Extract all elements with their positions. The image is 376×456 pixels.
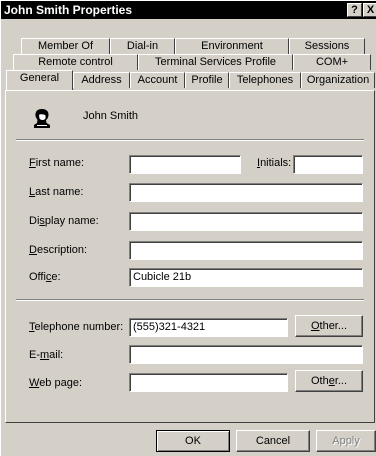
description-field[interactable] <box>129 241 363 260</box>
tab-dial-in[interactable]: Dial-in <box>110 38 175 54</box>
tab-environment[interactable]: Environment <box>175 38 289 54</box>
other-web-page-button[interactable]: Other... <box>295 370 363 392</box>
display-name-label: Display name: <box>29 215 99 227</box>
tab-remote-control[interactable]: Remote control <box>13 54 138 70</box>
tab-terminal-services-profile[interactable]: Terminal Services Profile <box>138 54 293 70</box>
window-title: John Smith Properties <box>4 3 133 17</box>
user-icon <box>34 109 50 128</box>
last-name-label: Last name: <box>29 186 84 198</box>
first-name-label: First name: <box>29 157 85 169</box>
tab-sessions[interactable]: Sessions <box>289 38 365 54</box>
initials-field[interactable] <box>293 155 363 174</box>
office-label: Office: <box>29 271 61 283</box>
tab-profile[interactable]: Profile <box>185 72 229 88</box>
tab-com-plus[interactable]: COM+ <box>293 54 371 70</box>
tab-address[interactable]: Address <box>73 72 130 88</box>
user-display-name: John Smith <box>83 110 139 122</box>
cancel-button[interactable]: Cancel <box>236 430 310 452</box>
other-telephone-button[interactable]: Other... <box>295 315 363 337</box>
web-page-field[interactable] <box>129 373 288 392</box>
tab-organization[interactable]: Organization <box>301 72 375 88</box>
email-field[interactable] <box>129 345 363 364</box>
office-field[interactable]: Cubicle 21b <box>129 268 363 287</box>
tab-member-of[interactable]: Member Of <box>21 38 110 54</box>
description-label: Description: <box>29 244 88 256</box>
display-name-field[interactable] <box>129 212 363 231</box>
first-name-field[interactable] <box>129 155 241 174</box>
tab-telephones[interactable]: Telephones <box>229 72 301 88</box>
apply-button[interactable]: Apply <box>316 430 376 452</box>
email-label: E-mail: <box>29 349 64 361</box>
initials-label: Initials: <box>257 157 292 169</box>
close-button[interactable]: X <box>363 3 376 17</box>
help-button[interactable]: ? <box>347 3 362 17</box>
tab-general[interactable]: General <box>6 70 73 90</box>
separator-top <box>16 139 364 141</box>
tab-account[interactable]: Account <box>130 72 185 88</box>
web-page-label: Web page: <box>29 377 83 389</box>
properties-dialog: John Smith Properties ? X Member Of Dial… <box>0 0 376 456</box>
separator-bottom <box>16 299 364 301</box>
title-bar[interactable]: John Smith Properties ? X <box>1 1 376 19</box>
ok-button[interactable]: OK <box>156 430 230 452</box>
telephone-label: Telephone number: <box>29 321 124 333</box>
last-name-field[interactable] <box>129 183 363 202</box>
telephone-field[interactable]: (555)321-4321 <box>129 318 288 337</box>
